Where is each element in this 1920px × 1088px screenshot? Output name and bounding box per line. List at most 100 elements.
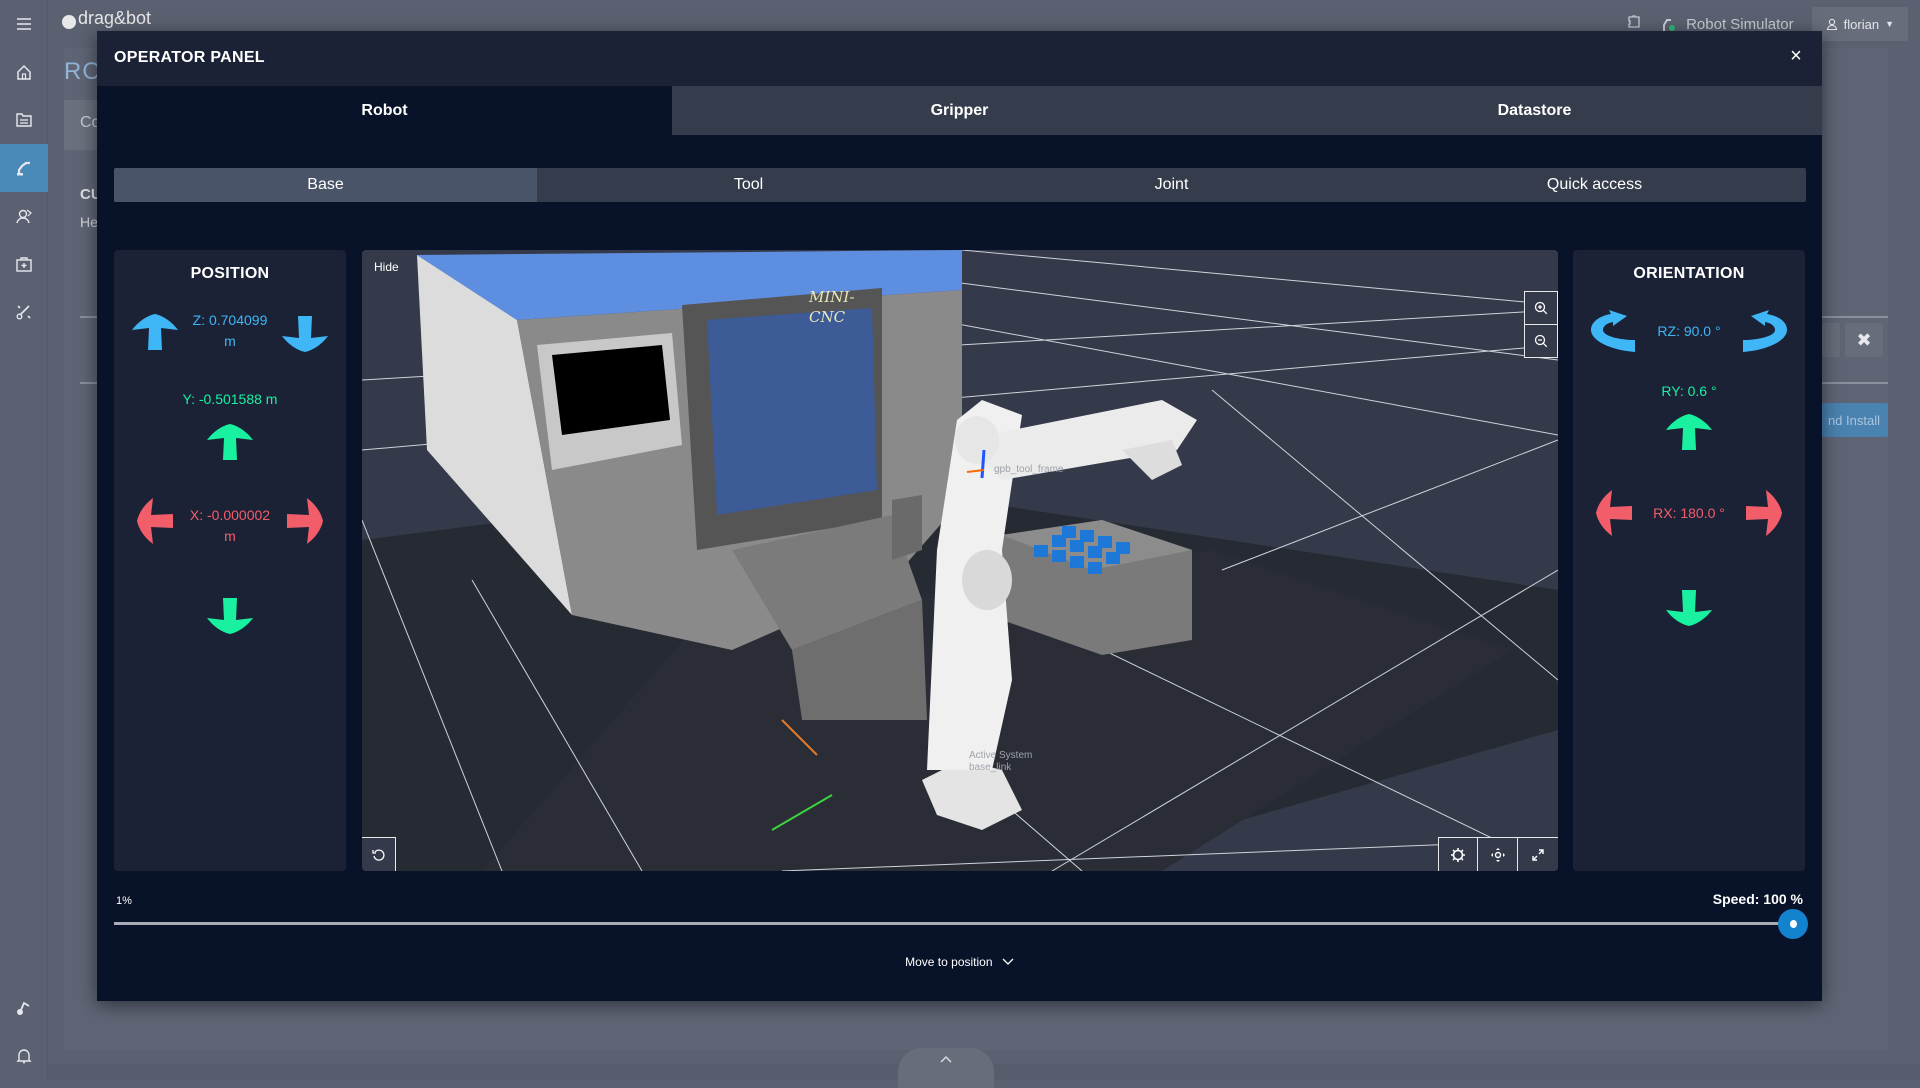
orientation-panel: ORIENTATION RZ: 90.0 ° RY: 0.6 ° RX: 180… <box>1573 250 1805 871</box>
zoom-in-button[interactable] <box>1524 291 1558 325</box>
z-up-button[interactable] <box>130 312 180 352</box>
rotate-right-icon <box>1741 310 1789 354</box>
tools-icon[interactable] <box>0 288 48 336</box>
x-right-button[interactable] <box>285 496 325 546</box>
close-button[interactable]: × <box>1784 44 1808 68</box>
home-icon[interactable] <box>0 48 48 96</box>
logo-icon <box>62 15 76 29</box>
3d-viewport[interactable]: MINI- CNC gpb_tool_frame Active System b… <box>362 250 1558 871</box>
speed-min-label: 1% <box>116 895 132 907</box>
expand-drawer-button[interactable] <box>898 1048 994 1088</box>
gear-icon <box>1450 847 1466 863</box>
rx-value: RX: 180.0 ° <box>1633 503 1745 524</box>
settings-button[interactable] <box>1438 837 1478 871</box>
chevron-down-icon <box>1002 955 1014 969</box>
chevron-up-icon <box>939 1054 953 1064</box>
rz-value: RZ: 90.0 ° <box>1633 321 1745 342</box>
arrow-up-icon <box>205 422 255 462</box>
move-to-position-toggle[interactable]: Move to position <box>97 955 1822 969</box>
y-down-button[interactable] <box>205 596 255 636</box>
arrow-up-icon <box>1664 412 1714 452</box>
logo-text: drag&bot <box>78 8 151 29</box>
delete-button[interactable]: ✖ <box>1845 323 1883 357</box>
rx-left-button[interactable] <box>1594 488 1634 538</box>
arrow-right-icon <box>1744 488 1784 538</box>
rz-cw-button[interactable] <box>1741 310 1789 354</box>
orientation-title: ORIENTATION <box>1573 265 1805 283</box>
speed-slider-thumb[interactable] <box>1778 909 1808 939</box>
operator-panel-modal: OPERATOR PANEL × Robot Gripper Datastore… <box>97 31 1822 1001</box>
fullscreen-button[interactable] <box>1518 837 1558 871</box>
divider <box>1822 316 1888 318</box>
rotate-left-icon <box>1589 310 1637 354</box>
arrow-down-icon <box>205 596 255 636</box>
x-value: X: -0.000002 m <box>180 505 280 547</box>
arrow-left-icon <box>135 496 175 546</box>
user-icon <box>1826 18 1838 30</box>
position-title: POSITION <box>114 265 346 283</box>
cnc-label-1: MINI- <box>808 288 854 306</box>
close-icon: × <box>1790 45 1802 68</box>
ry-up-button[interactable] <box>1664 412 1714 452</box>
z-down-button[interactable] <box>280 314 330 354</box>
rz-ccw-button[interactable] <box>1589 310 1637 354</box>
toolbox-icon[interactable] <box>0 240 48 288</box>
rx-right-button[interactable] <box>1744 488 1784 538</box>
subtab-joint[interactable]: Joint <box>960 168 1383 202</box>
subtab-base[interactable]: Base <box>114 168 537 202</box>
base-label-1: Active System <box>969 750 1032 761</box>
hide-button[interactable]: Hide <box>374 260 399 274</box>
section-subtitle: He <box>80 214 98 230</box>
arrow-up-icon <box>130 312 180 352</box>
move-icon <box>1490 847 1506 863</box>
tab-robot[interactable]: Robot <box>97 86 672 135</box>
arrow-right-icon <box>285 496 325 546</box>
robot-name: Robot Simulator <box>1686 16 1794 33</box>
speed-slider-track[interactable] <box>114 922 1806 925</box>
zoom-out-icon <box>1533 333 1549 349</box>
x-left-button[interactable] <box>135 496 175 546</box>
base-label-2: base_link <box>969 762 1012 773</box>
robot-arm-icon[interactable] <box>0 144 48 192</box>
skills-icon[interactable] <box>0 192 48 240</box>
tab-gripper[interactable]: Gripper <box>672 86 1247 135</box>
bell-icon[interactable] <box>0 1032 48 1080</box>
sidebar <box>0 0 48 1080</box>
tab-datastore[interactable]: Datastore <box>1247 86 1822 135</box>
zoom-out-button[interactable] <box>1524 324 1558 358</box>
subtab-tool[interactable]: Tool <box>537 168 960 202</box>
move-to-position-label: Move to position <box>905 955 992 969</box>
y-up-button[interactable] <box>205 422 255 462</box>
reset-view-button[interactable] <box>362 837 396 871</box>
frame-tabs: Base Tool Joint Quick access <box>114 168 1806 202</box>
menu-icon[interactable] <box>0 0 48 48</box>
cnc-window <box>707 308 877 515</box>
y-value: Y: -0.501588 m <box>114 389 346 410</box>
expand-icon <box>1530 847 1546 863</box>
subtab-quick-access[interactable]: Quick access <box>1383 168 1806 202</box>
move-view-button[interactable] <box>1478 837 1518 871</box>
position-panel: POSITION Z: 0.704099 m Y: -0.501588 m X:… <box>114 250 346 871</box>
arrow-down-icon <box>1664 588 1714 628</box>
logo-small-icon[interactable] <box>0 984 48 1032</box>
zoom-in-icon <box>1533 300 1549 316</box>
z-value: Z: 0.704099 m <box>184 310 276 352</box>
cnc-label-2: CNC <box>809 308 846 326</box>
rotate-ccw-icon <box>371 847 387 863</box>
ry-value: RY: 0.6 ° <box>1573 381 1805 402</box>
arrow-down-icon <box>280 314 330 354</box>
user-menu[interactable]: florian ▼ <box>1812 7 1908 41</box>
speed-label: Speed: 100 % <box>1713 891 1803 907</box>
modal-header: OPERATOR PANEL × <box>97 31 1822 86</box>
user-name: florian <box>1844 17 1879 32</box>
logo[interactable]: drag&bot <box>62 8 151 29</box>
program-list-icon[interactable] <box>0 96 48 144</box>
divider <box>1822 382 1888 384</box>
tool-frame-label: gpb_tool_frame <box>994 464 1064 475</box>
ry-down-button[interactable] <box>1664 588 1714 628</box>
arrow-left-icon <box>1594 488 1634 538</box>
caret-down-icon: ▼ <box>1885 19 1894 29</box>
robot-scene[interactable]: MINI- CNC gpb_tool_frame Active System b… <box>362 250 1558 871</box>
main-tabs: Robot Gripper Datastore <box>97 86 1822 135</box>
cnc-screen <box>552 345 670 435</box>
